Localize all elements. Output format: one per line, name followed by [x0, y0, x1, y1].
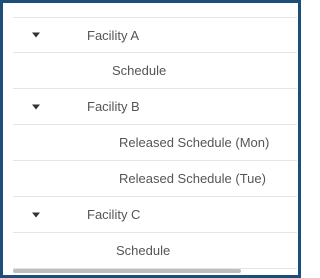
tree-row-released-schedule-mon[interactable]: Released Schedule (Mon): [13, 125, 297, 161]
schedule-label[interactable]: Schedule: [112, 63, 166, 78]
facility-label[interactable]: Facility C: [87, 207, 140, 222]
tree-row-schedule[interactable]: Schedule: [13, 53, 297, 89]
horizontal-scrollbar[interactable]: [13, 269, 241, 273]
tree-panel: Facility A Schedule Facility B Released …: [0, 0, 301, 278]
tree-row-facility-c[interactable]: Facility C: [13, 197, 297, 233]
tree-row-schedule[interactable]: Schedule: [13, 233, 297, 269]
tree-row-facility-b[interactable]: Facility B: [13, 89, 297, 125]
facility-tree: Facility A Schedule Facility B Released …: [13, 17, 297, 269]
tree-row-released-schedule-tue[interactable]: Released Schedule (Tue): [13, 161, 297, 197]
caret-down-icon[interactable]: [32, 104, 40, 109]
tree-row-facility-a[interactable]: Facility A: [13, 17, 297, 53]
caret-down-icon[interactable]: [32, 32, 40, 38]
schedule-label[interactable]: Schedule: [116, 243, 170, 258]
facility-label[interactable]: Facility A: [87, 28, 139, 43]
caret-down-icon[interactable]: [32, 212, 40, 217]
schedule-label[interactable]: Released Schedule (Tue): [119, 171, 266, 186]
schedule-label[interactable]: Released Schedule (Mon): [119, 135, 269, 150]
facility-label[interactable]: Facility B: [87, 99, 140, 114]
